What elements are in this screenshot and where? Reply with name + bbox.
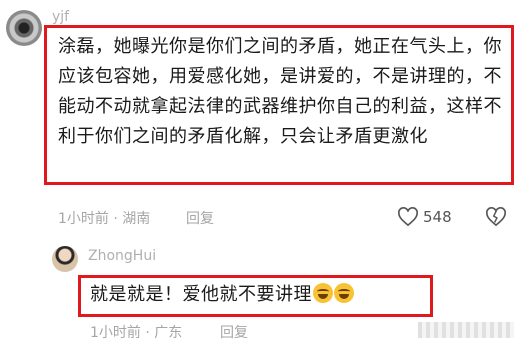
dislike-heart-icon[interactable]: [485, 207, 507, 227]
watermark: [418, 322, 514, 338]
reply-text: 就是就是！爱他就不要讲理: [90, 284, 312, 305]
comment-meta: 1小时前 · 湖南: [58, 211, 151, 227]
username[interactable]: yjf: [52, 9, 69, 25]
comment-meta: 1小时前 · 广东: [90, 325, 183, 341]
username[interactable]: ZhongHui: [88, 248, 156, 264]
reply-text-line: 就是就是！爱他就不要讲理: [90, 283, 354, 307]
reply-button[interactable]: 回复: [186, 208, 214, 228]
laughing-crying-emoji-icon: [313, 283, 333, 303]
avatar[interactable]: [6, 10, 42, 46]
avatar[interactable]: [52, 246, 78, 272]
like-count: 548: [423, 208, 452, 226]
laughing-crying-emoji-icon: [334, 283, 354, 303]
heart-icon[interactable]: [397, 207, 419, 227]
reply-button[interactable]: 回复: [220, 322, 248, 342]
comment-text: 涂磊，她曝光你是你们之间的矛盾，她正在气头上，你应该包容她，用爱感化她，是讲爱的…: [58, 36, 502, 147]
